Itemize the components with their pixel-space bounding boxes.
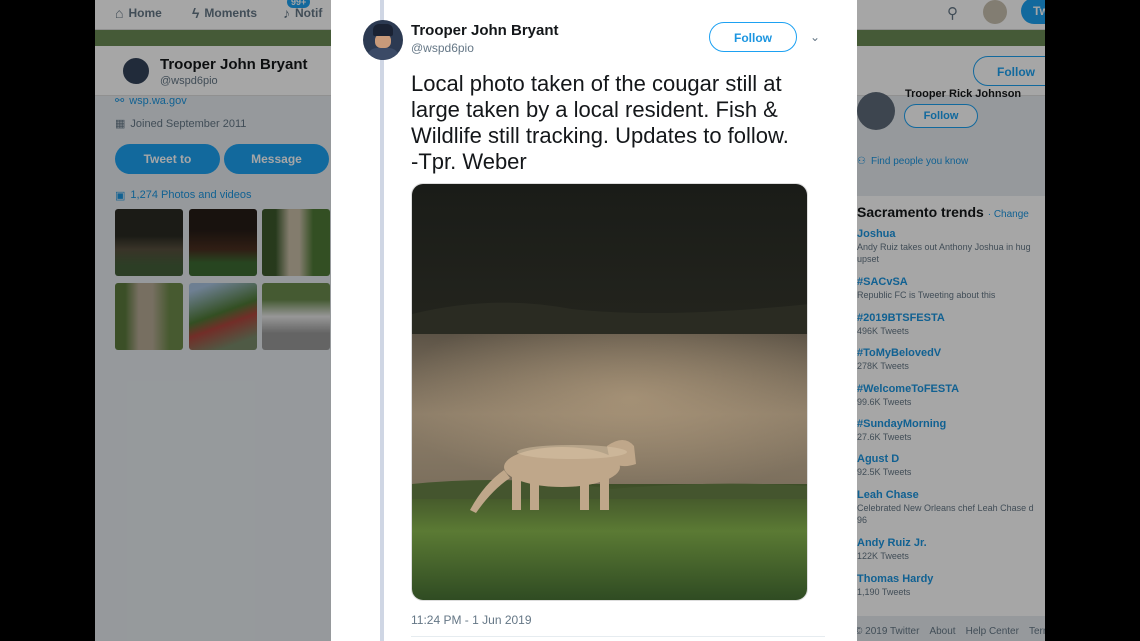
trend-context: 92.5K Tweets	[857, 467, 912, 477]
trend-item[interactable]: #2019BTSFESTA 496K Tweets	[857, 312, 1045, 337]
photo-thumbnail[interactable]	[189, 209, 257, 276]
suggested-user-name[interactable]: Trooper Rick Johnson	[905, 88, 1021, 100]
joined-row: ▦ Joined September 2011	[115, 117, 247, 131]
trends-header: Sacramento trends · Change	[857, 204, 1029, 220]
people-icon: ⚇	[857, 156, 866, 167]
bell-icon: ♪	[283, 5, 290, 21]
cougar-photo	[412, 184, 807, 600]
lightning-icon: ϟ	[192, 5, 200, 21]
nav-moments[interactable]: ϟ Moments	[192, 5, 257, 21]
photo-thumbnail[interactable]	[262, 209, 330, 276]
photo-thumbnail[interactable]	[189, 283, 257, 350]
nav-home-label: Home	[128, 6, 162, 20]
profile-name[interactable]: Trooper John Bryant	[160, 56, 308, 73]
trend-name: #SACvSA	[857, 276, 908, 288]
trend-item[interactable]: #SACvSA Republic FC is Tweeting about th…	[857, 276, 1045, 301]
link-icon: ⚯	[115, 95, 125, 107]
tweet-author-handle: @wspd6pio	[411, 41, 474, 55]
trend-item[interactable]: #WelcomeToFESTA 99.6K Tweets	[857, 383, 1045, 408]
tweet-photo[interactable]	[411, 183, 808, 601]
trend-item[interactable]: Thomas Hardy 1,190 Tweets	[857, 573, 1045, 598]
chevron-down-icon[interactable]: ⌄	[810, 30, 820, 44]
trend-context: Celebrated New Orleans chef Leah Chase d	[857, 503, 1034, 513]
tweet-timestamp[interactable]: 11:24 PM - 1 Jun 2019	[411, 613, 532, 627]
trend-context: Andy Ruiz takes out Anthony Joshua in hu…	[857, 242, 1031, 252]
trend-context: 278K Tweets	[857, 361, 909, 371]
trend-item[interactable]: Agust D 92.5K Tweets	[857, 453, 1045, 478]
footer-copyright: © 2019 Twitter	[855, 626, 920, 637]
suggested-user-avatar[interactable]	[857, 92, 895, 130]
trend-name: Joshua	[857, 228, 896, 240]
suggested-follow-button[interactable]: Follow	[904, 104, 978, 128]
trend-name: Leah Chase	[857, 489, 919, 501]
nav-notifications-label: Notif	[295, 6, 323, 20]
photo-thumbnail[interactable]	[115, 209, 183, 276]
account-avatar[interactable]	[983, 0, 1007, 24]
trend-name: #WelcomeToFESTA	[857, 383, 960, 395]
trends-title: Sacramento trends	[857, 204, 984, 220]
joined-text: Joined September 2011	[130, 117, 247, 130]
footer-about-link[interactable]: About	[929, 626, 955, 637]
trend-item[interactable]: Joshua Andy Ruiz takes out Anthony Joshu…	[857, 228, 1045, 265]
website-link[interactable]: wsp.wa.gov	[129, 95, 186, 107]
trend-item[interactable]: #SundayMorning 27.6K Tweets	[857, 418, 1045, 443]
tweet-button[interactable]: Tw	[1021, 0, 1045, 24]
photo-thumbnail[interactable]	[262, 283, 330, 350]
trend-item[interactable]: Leah Chase Celebrated New Orleans chef L…	[857, 489, 1045, 526]
profile-handle: @wspd6pio	[160, 75, 218, 87]
search-icon[interactable]: ⚲	[947, 4, 958, 22]
trends-change-link[interactable]: · Change	[988, 209, 1029, 220]
tweet-follow-button[interactable]: Follow	[709, 22, 797, 52]
trend-context: 1,190 Tweets	[857, 587, 911, 597]
trend-context: 27.6K Tweets	[857, 432, 912, 442]
nav-home[interactable]: ⌂ Home	[115, 5, 162, 21]
trend-context: 122K Tweets	[857, 551, 909, 561]
profile-avatar[interactable]	[121, 56, 151, 86]
thread-line	[380, 0, 384, 641]
trend-name: Agust D	[857, 453, 900, 465]
trend-name: Andy Ruiz Jr.	[857, 537, 927, 549]
nav-moments-label: Moments	[204, 6, 258, 20]
trend-context: 496K Tweets	[857, 326, 909, 336]
trend-name: Thomas Hardy	[857, 573, 934, 585]
home-icon: ⌂	[115, 5, 124, 21]
photos-count: 1,274 Photos and videos	[130, 189, 252, 201]
tweet-author-avatar[interactable]	[363, 20, 403, 60]
tweet-author-name[interactable]: Trooper John Bryant	[411, 22, 559, 39]
website-row[interactable]: ⚯ wsp.wa.gov	[115, 94, 187, 108]
trend-item[interactable]: Andy Ruiz Jr. 122K Tweets	[857, 537, 1045, 562]
profile-follow-button[interactable]: Follow	[973, 56, 1045, 86]
image-icon: ▣	[115, 190, 126, 202]
trend-name: #2019BTSFESTA	[857, 312, 945, 324]
trend-name: #ToMyBelovedV	[857, 347, 942, 359]
trend-context: upset	[857, 254, 880, 264]
find-people-link[interactable]: ⚇ Find people you know	[857, 156, 968, 167]
trend-context: 96	[857, 515, 868, 525]
trend-context: Republic FC is Tweeting about this	[857, 290, 996, 300]
footer-help-link[interactable]: Help Center	[966, 626, 1019, 637]
message-button[interactable]: Message	[224, 144, 329, 174]
photos-videos-link[interactable]: ▣ 1,274 Photos and videos	[115, 189, 252, 202]
find-people-label: Find people you know	[870, 156, 969, 167]
tweet-to-button[interactable]: Tweet to	[115, 144, 220, 174]
divider	[411, 636, 825, 637]
calendar-icon: ▦	[115, 118, 126, 130]
tweet-text: Local photo taken of the cougar still at…	[411, 71, 789, 174]
footer-terms-link[interactable]: Terr	[1029, 626, 1045, 637]
trend-item[interactable]: #ToMyBelovedV 278K Tweets	[857, 347, 1045, 372]
notification-badge: 99+	[287, 0, 311, 8]
trend-context: 99.6K Tweets	[857, 397, 912, 407]
footer-links: © 2019 Twitter About Help Center Terr	[855, 626, 1045, 637]
trend-name: #SundayMorning	[857, 418, 947, 430]
photo-thumbnail[interactable]	[115, 283, 183, 350]
